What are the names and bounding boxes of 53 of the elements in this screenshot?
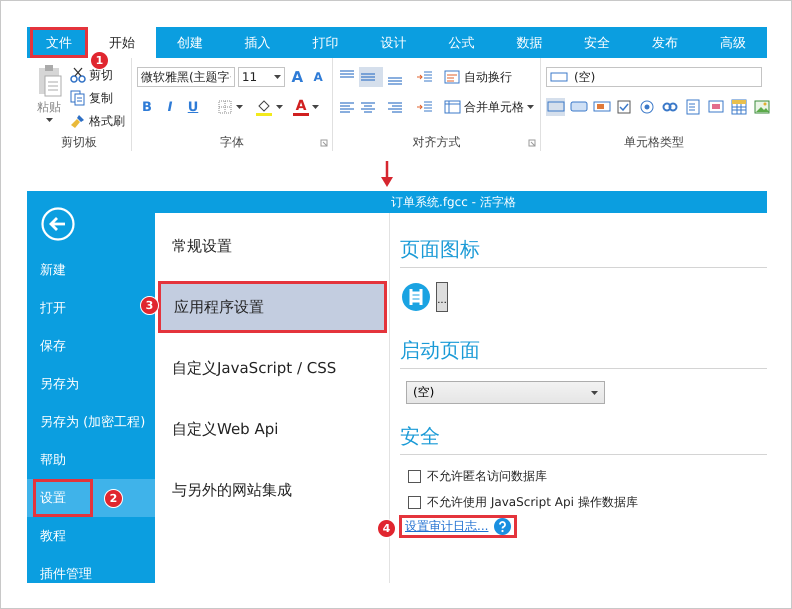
settings-nav-item[interactable]: 常规设置	[158, 220, 387, 272]
step-badge: 2	[104, 489, 123, 508]
checkbox-label: 不允许使用 JavaScript Api 操作数据库	[427, 494, 638, 510]
wrap-text-button[interactable]: 自动换行	[444, 66, 512, 88]
group-label: 单元格类型	[624, 134, 684, 150]
settings-nav-item[interactable]: 自定义Web Api	[158, 403, 387, 455]
ribbon-tab[interactable]: 公式	[427, 27, 496, 58]
menu-item[interactable]: 另存为 (加密工程)	[27, 403, 143, 441]
ribbon-tab[interactable]: 插入	[224, 27, 292, 58]
menu-item[interactable]: 打开	[27, 289, 143, 327]
menu-item[interactable]: 教程	[27, 517, 143, 555]
settings-nav-item[interactable]: 自定义JavaScript / CSS	[158, 342, 387, 394]
menu-item[interactable]: 设置 2	[27, 479, 155, 517]
section-heading: 启动页面	[400, 337, 481, 364]
checkbox-label: 不允许匿名访问数据库	[427, 468, 547, 484]
ribbon-tab[interactable]: 高级	[699, 27, 767, 58]
shrink-font-button[interactable]: A	[309, 70, 327, 84]
menu-item[interactable]: 另存为	[27, 365, 143, 403]
cell-type-dropdown[interactable]: (空)	[546, 67, 762, 87]
copy-button[interactable]: 复制	[70, 87, 125, 109]
font-color-button[interactable]: A	[293, 98, 309, 116]
ribbon-tab[interactable]: 数据	[495, 27, 564, 58]
ribbon-tab[interactable]: 安全	[563, 27, 632, 58]
font-name-dropdown[interactable]: 微软雅黑(主题字	[137, 67, 235, 87]
window-title: 订单系统.fgcc - 活字格	[155, 191, 767, 213]
paste-label[interactable]: 粘贴	[37, 99, 61, 116]
underline-button[interactable]: U	[183, 100, 203, 114]
settings-nav-item[interactable]: 与另外的网站集成	[158, 464, 387, 516]
highlight-frame: 设置	[33, 479, 93, 517]
merge-cells-button[interactable]: 合并单元格	[444, 96, 534, 118]
audit-log-link[interactable]: 设置审计日志...	[405, 518, 488, 535]
ribbon-tab[interactable]: 设计	[360, 27, 428, 58]
ribbon-tab[interactable]: 创建	[156, 27, 224, 58]
format-painter-button[interactable]: 格式刷	[70, 110, 125, 132]
step-badge: 4	[377, 519, 396, 538]
grow-font-button[interactable]: A	[288, 68, 306, 86]
group-label: 对齐方式	[412, 134, 460, 150]
menu-item[interactable]: 保存	[27, 327, 143, 365]
settings-nav-item[interactable]: 应用程序设置	[158, 281, 387, 333]
bold-button[interactable]: B	[137, 100, 157, 114]
group-label: 字体	[220, 134, 244, 150]
start-page-dropdown[interactable]: (空)	[406, 381, 605, 404]
browse-button[interactable]: ...	[436, 282, 448, 312]
italic-button[interactable]: I	[160, 100, 180, 114]
menu-item[interactable]: 新建	[27, 251, 143, 289]
section-heading: 安全	[400, 423, 441, 450]
menu-item[interactable]: 帮助	[27, 441, 143, 479]
section-heading: 页面图标	[400, 236, 481, 263]
ribbon-tab[interactable]: 打印	[292, 27, 360, 58]
font-size-dropdown[interactable]: 11	[238, 67, 286, 87]
ribbon-tab[interactable]: 发布	[631, 27, 700, 58]
menu-item[interactable]: 插件管理	[27, 555, 143, 593]
group-label: 剪切板	[61, 134, 97, 150]
